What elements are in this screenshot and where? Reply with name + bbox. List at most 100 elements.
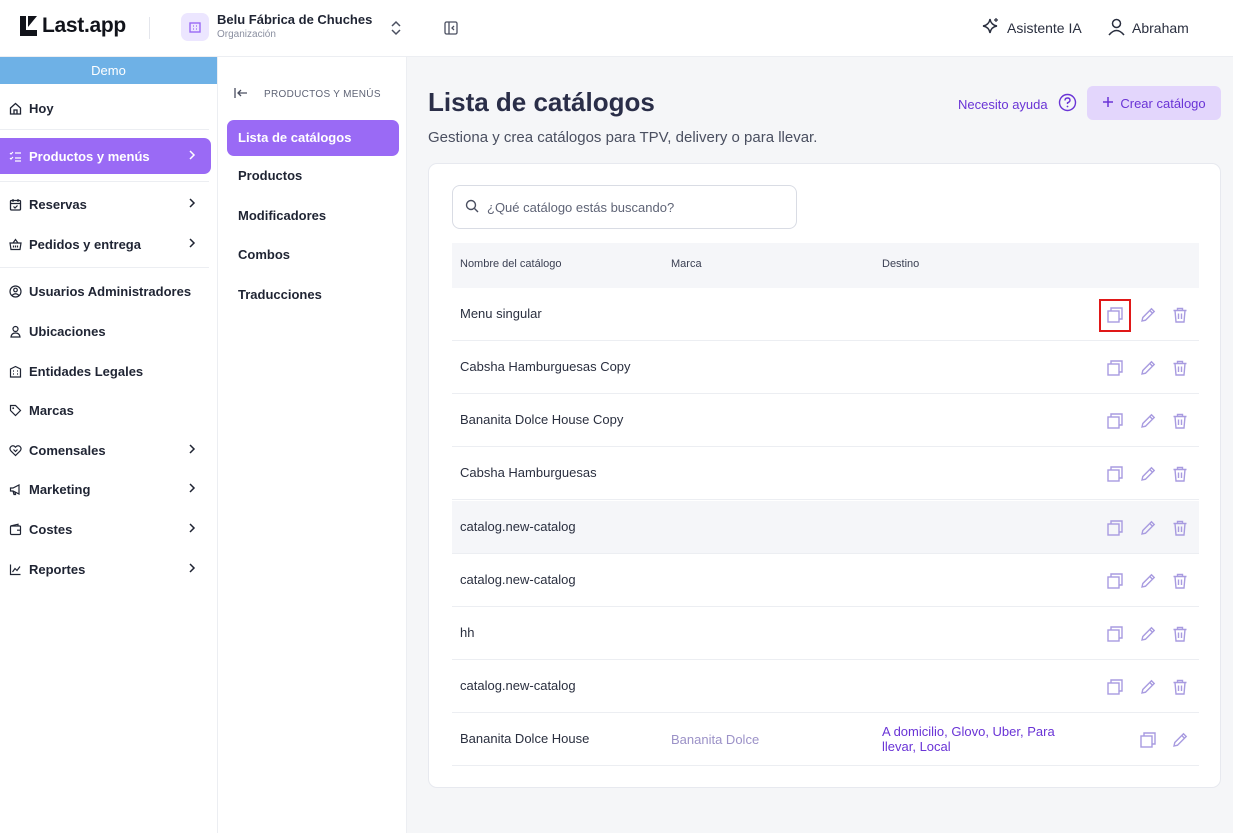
trash-icon[interactable] [1169,357,1191,379]
search-icon [465,199,479,216]
trash-icon[interactable] [1169,623,1191,645]
sidebar-item-usuarios[interactable]: Usuarios Administradores [0,273,211,309]
subnav-item-catalogos[interactable]: Lista de catálogos [227,120,399,156]
table-row[interactable]: Bananita Dolce House Bananita Dolce A domi… [452,713,1199,766]
edit-icon[interactable] [1169,729,1191,751]
table-row[interactable]: catalog.new-catalog [452,660,1199,713]
copy-icon[interactable] [1104,410,1126,432]
catalog-destination: A domicilio, Glovo, Uber, Para llevar, L… [882,724,1055,754]
help-link[interactable]: Necesito ayuda [958,93,1077,115]
sidebar-item-entidades[interactable]: Entidades Legales [0,353,211,389]
subnav-item-traducciones[interactable]: Traducciones [227,277,399,313]
megaphone-icon [8,482,22,496]
page-title: Lista de catálogos [428,87,655,117]
sidebar-item-label: Costes [29,521,73,537]
table-row[interactable]: Cabsha Hamburguesas Copy [452,341,1199,394]
trash-icon[interactable] [1169,570,1191,592]
trash-icon[interactable] [1169,676,1191,698]
sidebar-item-marketing[interactable]: Marketing [0,471,211,507]
table-row[interactable]: catalog.new-catalog [452,554,1199,607]
ai-assistant-button[interactable]: Asistente IA [982,17,1082,38]
edit-icon[interactable] [1137,357,1159,379]
sidebar-item-costes[interactable]: Costes [0,511,211,547]
building-icon [8,364,22,378]
edit-icon[interactable] [1137,570,1159,592]
copy-icon[interactable] [1104,570,1126,592]
trash-icon[interactable] [1169,410,1191,432]
edit-icon[interactable] [1137,410,1159,432]
user-circle-icon [8,284,22,298]
edit-icon[interactable] [1137,623,1159,645]
table-row[interactable]: catalog.new-catalog [452,501,1199,554]
divider [0,129,209,130]
catalog-name: catalog.new-catalog [460,519,576,534]
subnav-item-productos[interactable]: Productos [227,158,399,194]
organization-switch-icon[interactable] [388,19,404,42]
question-circle-icon [1058,93,1077,115]
plus-icon [1102,96,1114,111]
column-header: Destino [882,258,920,270]
copy-icon[interactable] [1104,517,1126,539]
organization-icon[interactable] [181,13,209,41]
chevron-right-icon [187,149,197,164]
sidebar-item-marcas[interactable]: Marcas [0,392,211,428]
arrow-left-bar-icon[interactable] [234,87,248,102]
divider [0,267,209,268]
sidebar-item-label: Comensales [29,442,106,458]
map-pin-user-icon [8,324,22,338]
ai-assistant-label: Asistente IA [1007,19,1082,36]
table-row[interactable]: Bananita Dolce House Copy [452,394,1199,447]
home-icon [8,101,22,115]
sidebar-item-label: Productos y menús [29,148,150,164]
divider [149,17,150,39]
trash-icon[interactable] [1169,517,1191,539]
trash-icon[interactable] [1169,463,1191,485]
list-check-icon [8,149,22,163]
sidebar-item-reportes[interactable]: Reportes [0,551,211,587]
copy-icon[interactable] [1104,357,1126,379]
copy-icon[interactable] [1137,729,1159,751]
collapse-sidebar-icon[interactable] [443,20,459,41]
copy-icon[interactable] [1104,463,1126,485]
edit-icon[interactable] [1137,304,1159,326]
user-menu[interactable]: Abraham [1107,17,1189,39]
user-name: Abraham [1132,20,1189,36]
subnav-item-combos[interactable]: Combos [227,237,399,273]
sidebar-item-comensales[interactable]: Comensales [0,432,211,468]
search-input[interactable]: ¿Qué catálogo estás buscando? [452,185,797,229]
divider [0,181,209,182]
sidebar-item-label: Hoy [29,100,54,116]
catalog-name: catalog.new-catalog [460,572,576,587]
copy-highlight [1099,299,1131,332]
sidebar-item-label: Ubicaciones [29,323,106,339]
sidebar-item-pedidos[interactable]: Pedidos y entrega [0,226,211,262]
search-placeholder: ¿Qué catálogo estás buscando? [487,199,675,215]
organization-name[interactable]: Belu Fábrica de Chuches [217,12,372,27]
sidebar-item-hoy[interactable]: Hoy [0,90,211,126]
copy-icon[interactable] [1104,676,1126,698]
table-row[interactable]: Cabsha Hamburguesas [452,447,1199,500]
sparkle-icon [982,17,999,38]
copy-icon[interactable] [1104,623,1126,645]
wallet-icon [8,522,22,536]
table-row[interactable]: Menu singular [452,288,1199,341]
create-catalog-button[interactable]: Crear catálogo [1087,86,1221,120]
catalog-name: catalog.new-catalog [460,678,576,693]
heart-handshake-icon [8,443,22,457]
edit-icon[interactable] [1137,517,1159,539]
trash-icon[interactable] [1169,304,1191,326]
subnav-item-modificadores[interactable]: Modificadores [227,198,399,234]
edit-icon[interactable] [1137,676,1159,698]
edit-icon[interactable] [1137,463,1159,485]
app-logo[interactable]: Last.app [18,14,126,38]
sidebar-item-reservas[interactable]: Reservas [0,186,211,222]
sidebar-item-label: Entidades Legales [29,363,144,379]
sidebar-item-productos[interactable]: Productos y menús [0,138,211,174]
table-row[interactable]: hh [452,607,1199,660]
catalog-name: Cabsha Hamburguesas Copy [460,359,631,374]
catalog-name: Menu singular [460,306,542,321]
catalog-brand: Bananita Dolce [671,732,760,747]
catalog-card: ¿Qué catálogo estás buscando? Nombre del… [428,163,1221,788]
catalog-name: Bananita Dolce House Copy [460,412,624,427]
sidebar-item-ubicaciones[interactable]: Ubicaciones [0,313,211,349]
